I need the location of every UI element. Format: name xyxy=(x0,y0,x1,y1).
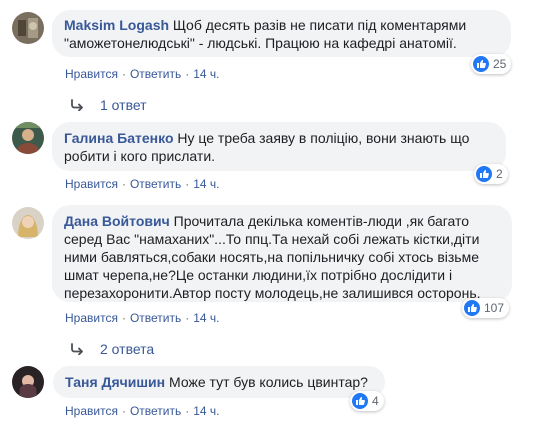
like-link[interactable]: Нравится xyxy=(65,67,118,81)
reaction-count[interactable]: 2 xyxy=(474,164,508,184)
like-reaction-icon xyxy=(473,56,489,72)
comment-text: Може тут був колись цвинтар? xyxy=(169,374,368,390)
comment-bubble: Галина Батенко Ну це треба заяву в поліц… xyxy=(52,122,506,171)
avatar[interactable] xyxy=(12,122,44,154)
like-link[interactable]: Нравится xyxy=(65,177,118,191)
avatar[interactable] xyxy=(12,12,44,44)
reply-arrow-icon xyxy=(71,343,83,355)
comment-author[interactable]: Таня Дячишин xyxy=(65,374,165,390)
reaction-count[interactable]: 107 xyxy=(462,298,510,318)
view-replies-link[interactable]: 2 ответа xyxy=(70,341,154,357)
reaction-count[interactable]: 25 xyxy=(471,54,512,74)
avatar[interactable] xyxy=(12,207,44,239)
like-link[interactable]: Нравится xyxy=(65,404,118,418)
comment-timestamp[interactable]: 14 ч. xyxy=(193,177,219,191)
comment-actions: Нравится · Ответить · 14 ч. xyxy=(65,311,220,325)
comment-actions: Нравится · Ответить · 14 ч. xyxy=(65,67,220,81)
comment-timestamp[interactable]: 14 ч. xyxy=(193,67,219,81)
reply-link[interactable]: Ответить xyxy=(130,404,181,418)
reply-link[interactable]: Ответить xyxy=(130,177,181,191)
reaction-count[interactable]: 4 xyxy=(350,391,384,411)
reply-link[interactable]: Ответить xyxy=(130,67,181,81)
comment-timestamp[interactable]: 14 ч. xyxy=(193,404,219,418)
comment-actions: Нравится · Ответить · 14 ч. xyxy=(65,404,220,418)
like-reaction-icon xyxy=(464,300,480,316)
comment-bubble: Таня Дячишин Може тут був колись цвинтар… xyxy=(53,366,385,398)
reply-arrow-icon xyxy=(71,99,83,111)
comment-author[interactable]: Дана Войтович xyxy=(64,213,170,229)
comment-timestamp[interactable]: 14 ч. xyxy=(193,311,219,325)
comment-actions: Нравится · Ответить · 14 ч. xyxy=(65,177,220,191)
reply-link[interactable]: Ответить xyxy=(130,311,181,325)
like-reaction-icon xyxy=(352,393,368,409)
comment-author[interactable]: Галина Батенко xyxy=(64,130,174,146)
view-replies-link[interactable]: 1 ответ xyxy=(70,97,147,113)
comment-bubble: Maksim Logash Щоб десять разів не писати… xyxy=(52,10,511,57)
avatar[interactable] xyxy=(12,366,44,398)
comment-bubble: Дана Войтович Прочитала декілька коменті… xyxy=(52,205,512,302)
comment-author[interactable]: Maksim Logash xyxy=(64,17,169,33)
like-link[interactable]: Нравится xyxy=(65,311,118,325)
like-reaction-icon xyxy=(476,166,492,182)
